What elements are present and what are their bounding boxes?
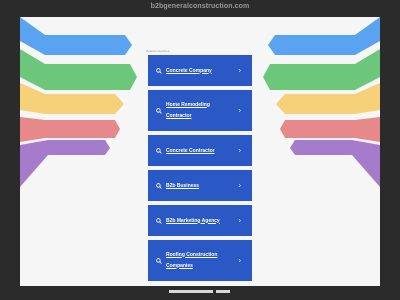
ribbon-right-purple	[290, 140, 380, 187]
ribbon-right-green	[263, 49, 380, 90]
footer-link[interactable]	[169, 290, 213, 293]
ribbon-left-red	[20, 117, 120, 142]
search-icon	[156, 107, 162, 114]
search-icon	[156, 257, 162, 264]
related-searches-label: Related searches	[146, 49, 170, 53]
link-concrete-company[interactable]: Concrete Company ›	[148, 55, 252, 86]
link-label: B2b Marketing Agency	[166, 217, 220, 224]
link-home-remodeling-contractor[interactable]: Home Remodeling Contractor ›	[148, 90, 252, 131]
ribbon-right-red	[280, 117, 380, 142]
link-label: Concrete Contractor	[166, 147, 215, 154]
chevron-right-icon: ›	[238, 182, 241, 189]
domain-title: b2bgeneralconstruction.com	[150, 3, 250, 10]
chevron-right-icon: ›	[238, 147, 241, 154]
chevron-right-icon: ›	[238, 107, 241, 114]
link-label: B2b Business	[166, 182, 200, 189]
related-links-list: Concrete Company › Home Remodeling Contr…	[148, 55, 252, 285]
link-roofing-construction-companies[interactable]: Roofing Construction Companies ›	[148, 240, 252, 281]
ribbon-left-purple	[20, 140, 110, 187]
link-label: Roofing Construction Companies	[166, 251, 218, 269]
search-icon	[156, 147, 162, 154]
chevron-right-icon: ›	[238, 257, 241, 264]
search-icon	[156, 217, 162, 224]
link-label: Concrete Company	[166, 67, 212, 74]
ribbon-left-blue	[20, 17, 132, 55]
link-concrete-contractor[interactable]: Concrete Contractor ›	[148, 135, 252, 166]
link-b2b-business[interactable]: B2b Business ›	[148, 170, 252, 201]
link-b2b-marketing-agency[interactable]: B2b Marketing Agency ›	[148, 205, 252, 236]
search-icon	[156, 67, 162, 74]
link-label: Home Remodeling Contractor	[166, 101, 210, 119]
ribbon-left-green	[20, 49, 137, 90]
chevron-right-icon: ›	[238, 217, 241, 224]
search-icon	[156, 182, 162, 189]
ribbon-right-blue	[268, 17, 380, 55]
footer-link[interactable]	[216, 290, 230, 293]
chevron-right-icon: ›	[238, 67, 241, 74]
landing-panel: Related searches Concrete Company › Home…	[20, 17, 380, 286]
footer-bar	[0, 290, 400, 295]
